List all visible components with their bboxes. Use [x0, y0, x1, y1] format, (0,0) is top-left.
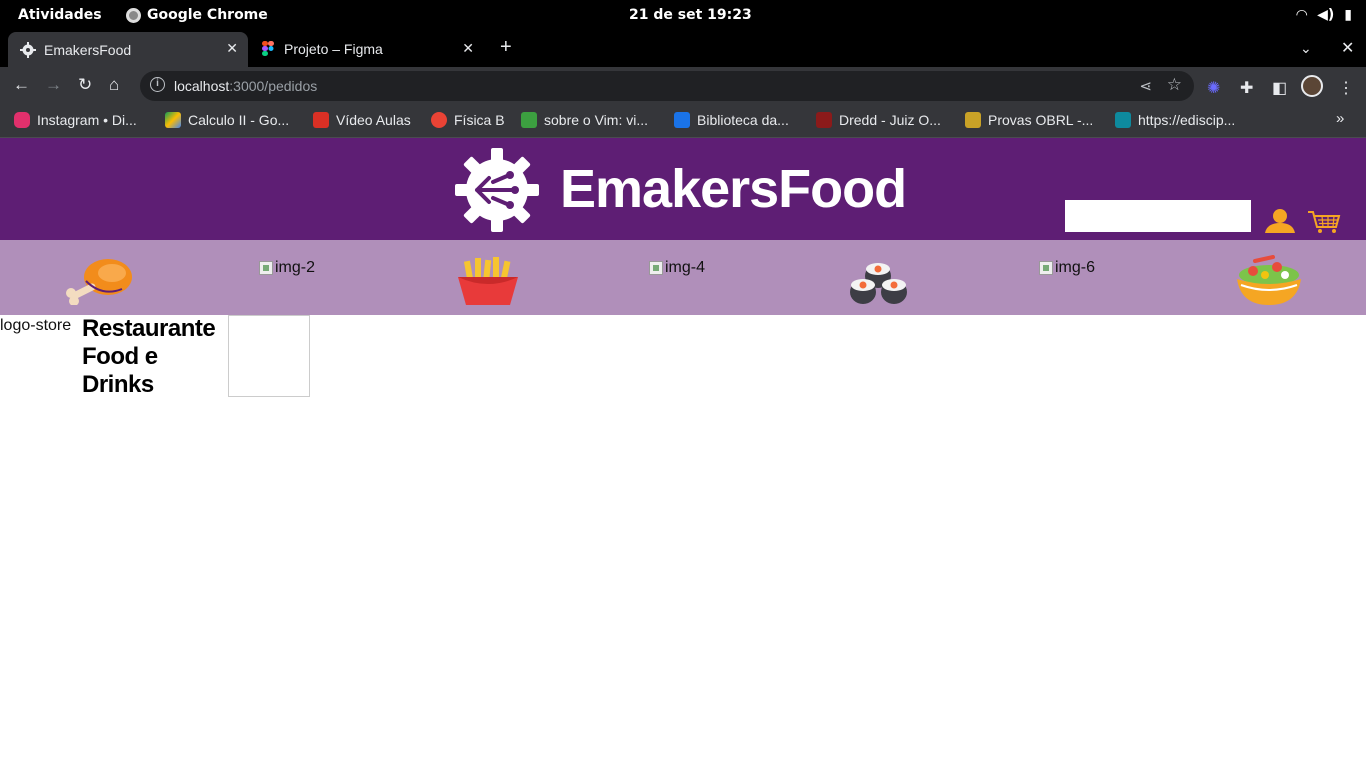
bookmark-item[interactable]: Física B [431, 112, 505, 128]
sushi-icon[interactable] [848, 258, 910, 304]
system-tray[interactable]: ◠ ◀) ▮ [1296, 7, 1352, 23]
puzzle-icon[interactable]: ✚ [1240, 78, 1253, 98]
robot-icon [965, 112, 981, 128]
url-host: localhost [174, 78, 230, 94]
store-logo-broken-image[interactable]: logo-store [0, 316, 80, 335]
category-broken-image[interactable]: img-4 [649, 259, 705, 277]
category-broken-image[interactable]: img-2 [259, 259, 315, 277]
share-icon[interactable]: ⋖ [1139, 77, 1152, 95]
app-menu[interactable]: Google Chrome [126, 7, 268, 23]
emakers-gear-logo-icon[interactable] [455, 148, 539, 232]
gear-icon [20, 41, 36, 58]
user-icon[interactable] [1263, 208, 1297, 234]
bookmark-item[interactable]: Vídeo Aulas [313, 112, 411, 128]
bookmark-item[interactable]: Biblioteca da... [674, 112, 789, 128]
kebab-menu-icon[interactable]: ⋮ [1338, 78, 1354, 98]
site-header: EmakersFood [0, 138, 1366, 240]
clock[interactable]: 21 de set 19:23 [629, 7, 752, 23]
profile-avatar[interactable] [1301, 75, 1323, 97]
page-viewport: EmakersFood img-2 img-4 img-6 logo-store… [0, 138, 1366, 768]
category-broken-image[interactable]: img-6 [1039, 259, 1095, 277]
brand-title[interactable]: EmakersFood [560, 158, 907, 220]
home-icon[interactable]: ⌂ [109, 76, 119, 93]
instagram-icon [14, 112, 30, 128]
url-path: :3000/pedidos [229, 78, 318, 94]
tab-strip: EmakersFood ✕ Projeto – Figma ✕ [0, 32, 1366, 67]
bookmark-item[interactable]: Instagram • Di... [14, 112, 137, 128]
bookmark-item[interactable]: https://ediscip... [1115, 112, 1235, 128]
bookmark-item[interactable]: Calculo II - Go... [165, 112, 289, 128]
bookmark-item[interactable]: sobre o Vim: vi... [521, 112, 648, 128]
broken-image-icon [649, 261, 663, 275]
reload-icon[interactable]: ↻ [78, 76, 92, 93]
bookmarks-bar: Instagram • Di... Calculo II - Go... Víd… [0, 104, 1366, 138]
chrome-icon [126, 7, 141, 23]
tab-emakersfood[interactable]: EmakersFood ✕ [8, 32, 248, 67]
tab-title: Projeto – Figma [284, 40, 383, 57]
drive-icon [165, 112, 181, 128]
french-fries-icon[interactable] [456, 257, 520, 305]
volume-icon: ◀) [1317, 7, 1335, 23]
store-image-placeholder[interactable] [228, 315, 310, 397]
chevron-right-icon[interactable]: » [1336, 110, 1344, 127]
movie-icon [816, 112, 832, 128]
figma-icon [260, 40, 276, 57]
apple-icon [431, 112, 447, 128]
address-bar[interactable]: i localhost:3000/pedidos ⋖ ☆ [140, 71, 1194, 101]
window-close-icon[interactable]: ✕ [1341, 38, 1354, 58]
close-tab-icon[interactable]: ✕ [462, 40, 474, 57]
extension-icon[interactable]: ✺ [1207, 78, 1220, 98]
salad-bowl-icon[interactable] [1233, 255, 1305, 307]
library-icon [674, 112, 690, 128]
forward-icon[interactable]: → [45, 76, 62, 93]
cart-icon[interactable] [1307, 210, 1341, 234]
battery-icon: ▮ [1344, 7, 1352, 23]
video-icon [313, 112, 329, 128]
tab-figma[interactable]: Projeto – Figma ✕ [248, 32, 484, 65]
side-panel-icon[interactable]: ◧ [1272, 78, 1287, 98]
close-tab-icon[interactable]: ✕ [226, 40, 238, 57]
bookmark-item[interactable]: Provas OBRL -... [965, 112, 1093, 128]
search-input[interactable] [1065, 200, 1251, 232]
activities-button[interactable]: Atividades [18, 7, 102, 23]
tab-title: EmakersFood [44, 41, 132, 58]
chicken-leg-icon[interactable] [62, 257, 134, 305]
url-text[interactable]: localhost:3000/pedidos [174, 78, 317, 94]
app-name: Google Chrome [147, 7, 268, 23]
bookmark-star-icon[interactable]: ☆ [1167, 75, 1182, 95]
browser-toolbar: ← → ↻ ⌂ i localhost:3000/pedidos ⋖ ☆ [0, 67, 1366, 104]
bookmark-item[interactable]: Dredd - Juiz O... [816, 112, 941, 128]
site-info-icon[interactable]: i [150, 77, 165, 92]
store-name[interactable]: Restaurante Food e Drinks [82, 315, 228, 399]
broken-image-icon [259, 261, 273, 275]
category-bar: img-2 img-4 img-6 [0, 240, 1366, 315]
back-icon[interactable]: ← [13, 76, 30, 93]
vim-icon [521, 112, 537, 128]
ediscip-icon [1115, 112, 1131, 128]
broken-image-icon [1039, 261, 1053, 275]
new-tab-icon[interactable]: + [500, 37, 512, 57]
chevron-down-icon[interactable]: ⌄ [1300, 40, 1312, 57]
system-top-bar: Atividades Google Chrome 21 de set 19:23… [0, 0, 1366, 32]
wifi-icon: ◠ [1296, 7, 1308, 23]
